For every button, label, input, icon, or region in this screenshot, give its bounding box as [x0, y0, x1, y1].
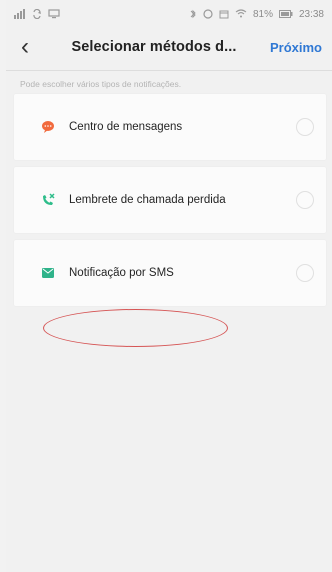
status-right: 81% 23:38	[189, 8, 324, 22]
calendar-icon	[219, 9, 229, 22]
wifi-icon	[235, 8, 247, 22]
option-label: Notificação por SMS	[69, 267, 174, 279]
message-bubble-icon	[39, 118, 57, 136]
option-label: Lembrete de chamada perdida	[69, 194, 226, 206]
sync-icon	[32, 8, 42, 22]
record-icon	[203, 8, 213, 22]
option-radio[interactable]	[296, 191, 314, 209]
sms-icon	[39, 264, 57, 282]
status-left	[14, 8, 60, 22]
battery-percent: 81%	[252, 9, 273, 20]
next-button[interactable]: Próximo	[270, 40, 322, 55]
option-card-sms[interactable]: Notificação por SMS	[14, 240, 326, 306]
battery-icon	[278, 9, 293, 21]
option-label: Centro de mensagens	[69, 121, 183, 133]
option-radio[interactable]	[296, 118, 314, 136]
back-button[interactable]: ‹	[16, 33, 34, 60]
option-card-missed-call[interactable]: Lembrete de chamada perdida	[14, 167, 326, 233]
missed-call-icon	[39, 191, 57, 209]
signal-icon	[14, 8, 26, 22]
option-card-message-center[interactable]: Centro de mensagens	[14, 94, 326, 160]
status-bar: 81% 23:38	[6, 0, 332, 30]
page-header: ‹ Selecionar métodos d... Próximo	[6, 30, 332, 64]
monitor-icon	[48, 8, 60, 22]
bluetooth-icon	[189, 9, 197, 22]
app-screen: 81% 23:38 ‹ Selecionar métodos d... Próx…	[6, 0, 332, 572]
option-radio[interactable]	[296, 264, 314, 282]
hint-text: Pode escolher vários tipos de notificaçõ…	[20, 79, 182, 89]
highlight-ellipse	[43, 309, 228, 347]
clock-text: 23:38	[298, 9, 324, 20]
chevron-left-icon: ‹	[21, 33, 29, 60]
page-title: Selecionar métodos d...	[71, 39, 237, 55]
